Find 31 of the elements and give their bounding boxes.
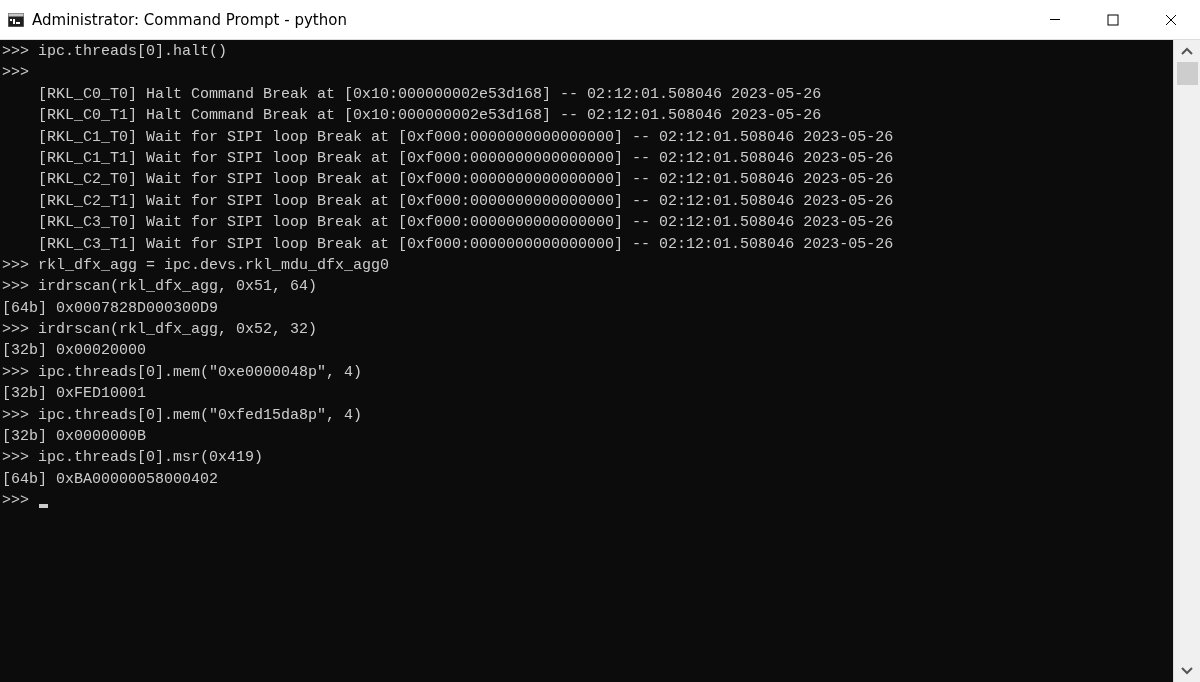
- text-cursor: [39, 503, 48, 508]
- console-line: [64b] 0xBA00000058000402: [2, 469, 219, 490]
- console-line: >>> ipc.threads[0].mem("0xfed15da8p", 4): [2, 405, 363, 426]
- minimize-icon: [1050, 19, 1060, 20]
- console-line: [32b] 0xFED10001: [2, 384, 147, 405]
- console-line: >>> irdrscan(rkl_dfx_agg, 0x51, 64): [2, 277, 318, 298]
- console-line: [32b] 0x0000000B: [2, 427, 147, 448]
- close-icon: [1165, 13, 1177, 26]
- console-line: [32b] 0x00020000: [2, 341, 147, 362]
- console-line: >>> ipc.threads[0].msr(0x419): [2, 448, 264, 469]
- console-line: [RKL_C0_T0] Halt Command Break at [0x10:000000002e53d168] -- 02:12:01.508046 2023-05-26: [37, 84, 822, 105]
- console-line: >>>: [2, 63, 29, 84]
- console-icon: [8, 12, 24, 27]
- console-line: >>> rkl_dfx_agg = ipc.devs.rkl_mdu_dfx_agg0: [2, 255, 390, 276]
- console-line: [RKL_C3_T1] Wait for SIPI loop Break at [0xf000:0000000000000000] -- 02:12:01.508046 2023-05-26: [37, 234, 894, 255]
- console-line: [RKL_C0_T1] Halt Command Break at [0x10:000000002e53d168] -- 02:12:01.508046 2023-05-26: [37, 106, 822, 127]
- console-line: >>> ipc.threads[0].halt(): [2, 42, 228, 62]
- console-line: [64b] 0x0007828D000300D9: [2, 298, 219, 319]
- console-line: [RKL_C1_T0] Wait for SIPI loop Break at [0xf000:0000000000000000] -- 02:12:01.508046 2023-05-26: [37, 127, 894, 148]
- scrollbar-thumb[interactable]: [1176, 62, 1198, 85]
- caret-up-icon: [1181, 47, 1193, 55]
- console-line: [RKL_C3_T0] Wait for SIPI loop Break at [0xf000:0000000000000000] -- 02:12:01.508046 2023-05-26: [37, 213, 894, 234]
- console-line: >>> ipc.threads[0].mem("0xe0000048p", 4): [2, 362, 363, 383]
- caret-down-icon: [1181, 667, 1193, 675]
- console-line: [RKL_C2_T0] Wait for SIPI loop Break at [0xf000:0000000000000000] -- 02:12:01.508046 2023-05-26: [37, 170, 894, 191]
- maximize-icon: [1107, 13, 1119, 26]
- window-title: Administrator: Command Prompt - python: [32, 10, 347, 29]
- console-line: [RKL_C2_T1] Wait for SIPI loop Break at [0xf000:0000000000000000] -- 02:12:01.508046 2023-05-26: [37, 191, 894, 212]
- console-line: >>>: [2, 491, 29, 512]
- console-line: >>> irdrscan(rkl_dfx_agg, 0x52, 32): [2, 320, 318, 341]
- console-line: [RKL_C1_T1] Wait for SIPI loop Break at [0xf000:0000000000000000] -- 02:12:01.508046 2023-05-26: [37, 148, 894, 169]
